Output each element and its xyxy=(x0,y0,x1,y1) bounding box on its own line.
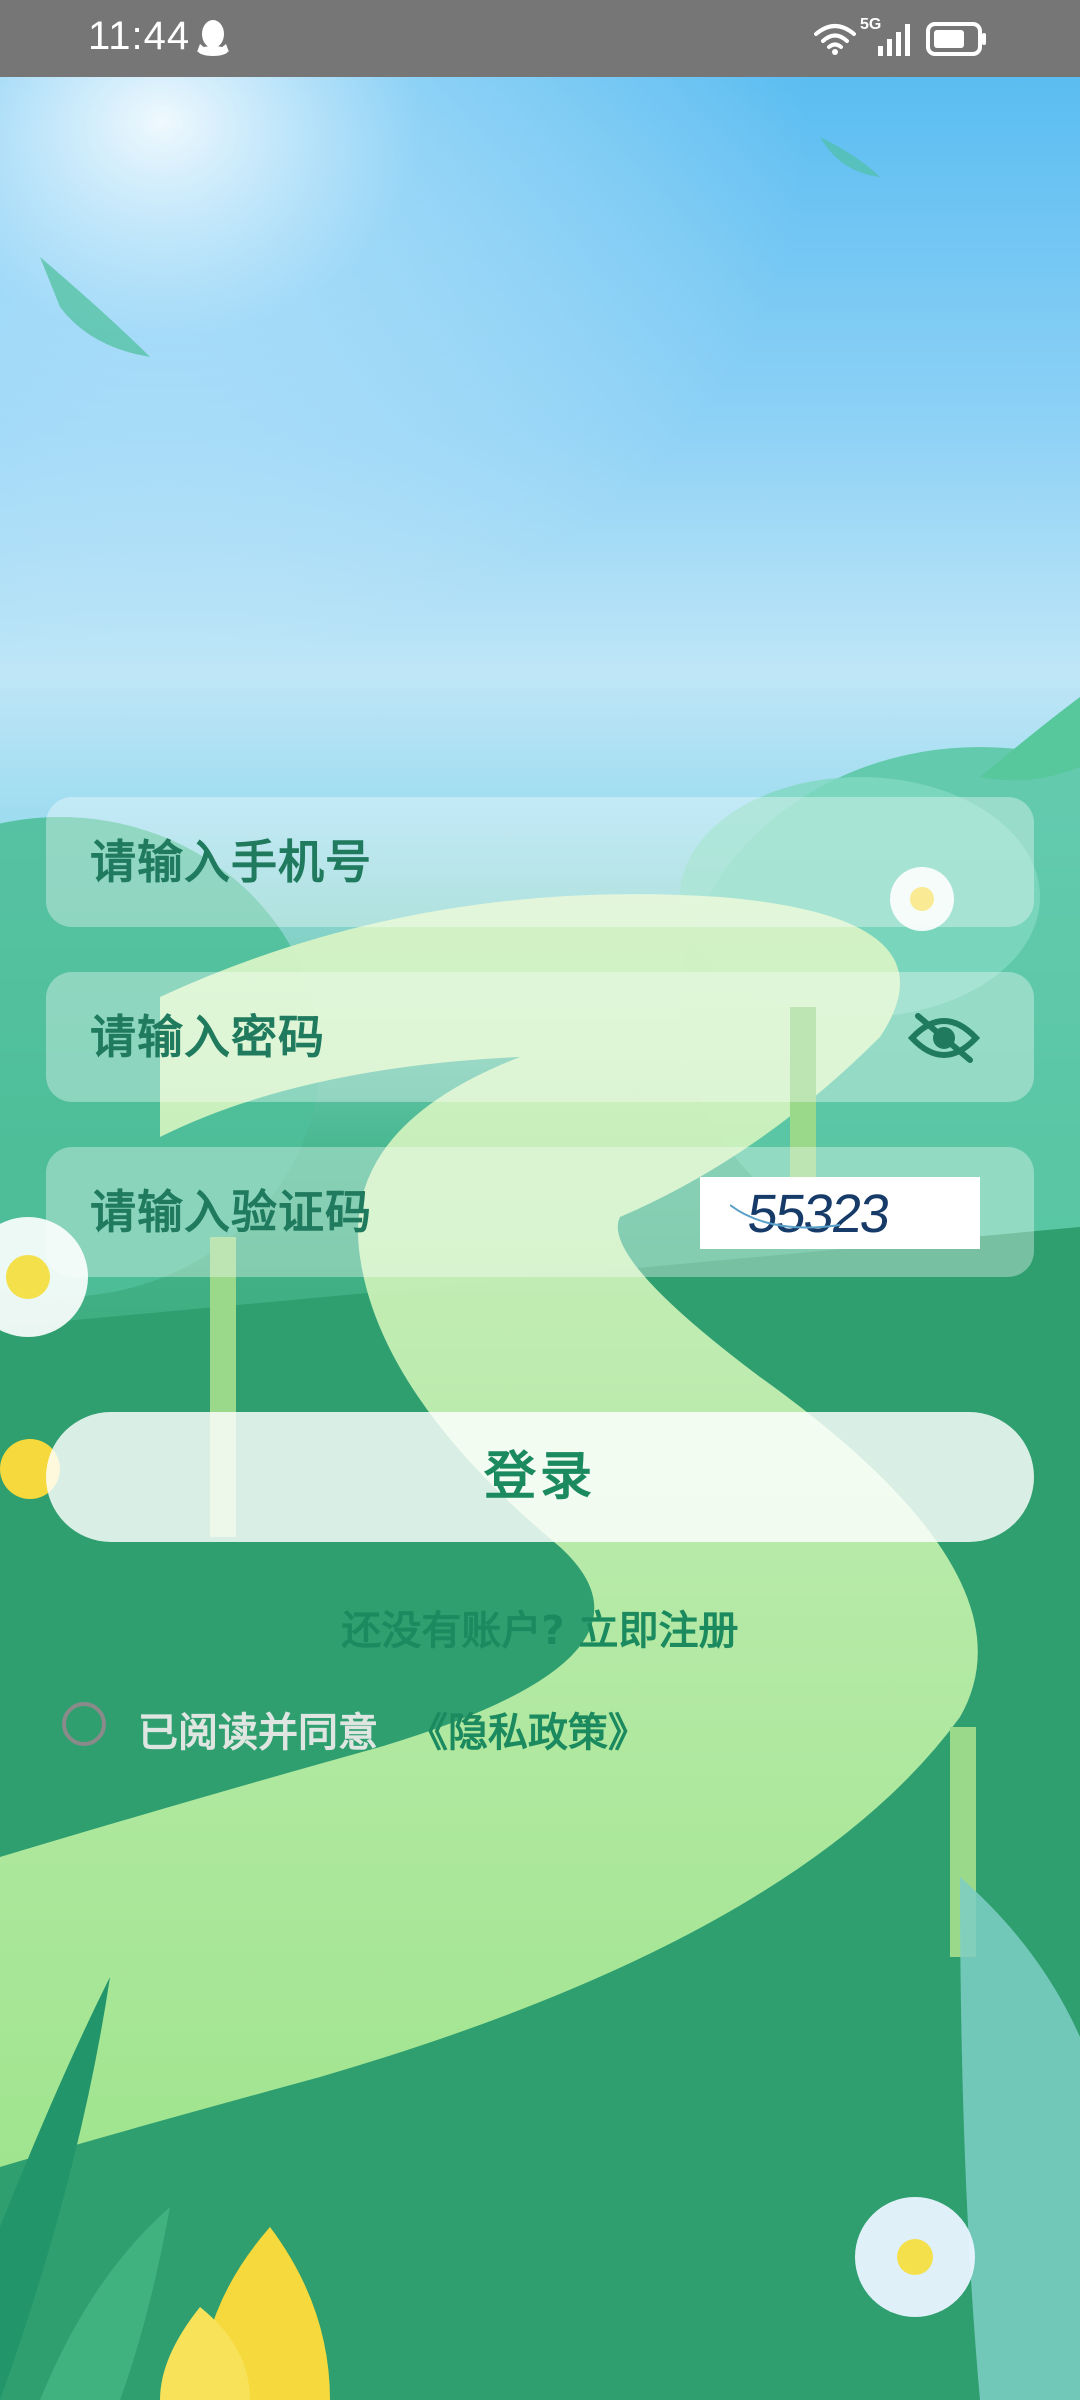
battery-icon xyxy=(926,22,986,56)
register-link[interactable]: 还没有账户? 立即注册 xyxy=(0,1598,1080,1656)
privacy-policy-link[interactable]: 《隐私政策》 xyxy=(408,1700,648,1758)
captcha-image[interactable]: 55323 xyxy=(700,1177,980,1249)
status-time: 11:44 xyxy=(88,14,191,58)
phone-input[interactable]: 请输入手机号 xyxy=(46,797,1034,927)
password-input[interactable]: 请输入密码 xyxy=(46,972,1034,1102)
signal-icon xyxy=(878,24,910,56)
wifi-icon xyxy=(814,24,856,55)
password-placeholder: 请输入密码 xyxy=(90,1010,325,1064)
agree-text: 已阅读并同意 xyxy=(138,1710,378,1756)
captcha-noise xyxy=(730,1204,841,1229)
phone-placeholder: 请输入手机号 xyxy=(90,835,372,889)
login-screen: 11:44 5G 请输入手机号 请输入密码 请输入验证码 55323 登录 还没… xyxy=(0,0,1080,2400)
qq-icon xyxy=(197,20,229,56)
agree-radio[interactable] xyxy=(62,1702,106,1746)
status-bar: 11:44 5G xyxy=(0,0,1080,77)
eye-off-icon[interactable] xyxy=(908,1010,980,1066)
login-button[interactable]: 登录 xyxy=(46,1412,1034,1542)
status-icons: 5G xyxy=(814,16,994,60)
captcha-placeholder: 请输入验证码 xyxy=(90,1185,372,1239)
captcha-input[interactable]: 请输入验证码 55323 xyxy=(46,1147,1034,1277)
